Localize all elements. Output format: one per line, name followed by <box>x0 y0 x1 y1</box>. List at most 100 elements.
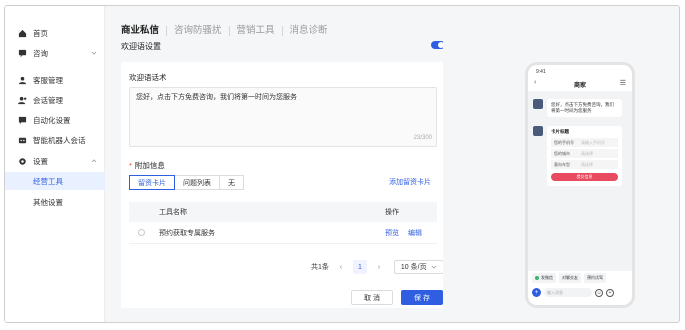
sidebar-subitem-other-settings[interactable]: 其他设置 <box>5 193 105 211</box>
section-title: 欢迎语设置 <box>121 42 161 51</box>
home-icon <box>17 28 27 38</box>
extra-info-segmented: 留资卡片 问题列表 无 <box>129 175 244 190</box>
page-size-value: 10 条/页 <box>400 264 427 271</box>
char-counter: 23/300 <box>413 135 432 141</box>
table-row: 预约获取专属服务 预览 编辑 <box>129 222 437 244</box>
next-page-button[interactable]: › <box>372 260 386 274</box>
field-placeholder: 请选择 <box>581 150 593 156</box>
tab-business-message[interactable]: 商业私信 <box>121 26 168 36</box>
field-placeholder: 请输入手机号 <box>581 139 605 145</box>
quick-replies: 发微信 对聊交友 预约试驾 <box>532 273 609 283</box>
greeting-bubble: 您好，点击下方免费咨询，我们将第一时间为您服务 <box>547 99 622 117</box>
row-radio[interactable] <box>138 229 145 236</box>
quick-reply-label: 发微信 <box>541 275 553 280</box>
user-icon <box>17 75 27 85</box>
quick-reply: 发微信 <box>532 273 556 283</box>
table-header: 工具名称 操作 <box>129 202 437 222</box>
sidebar-item-label: 其他设置 <box>33 197 63 207</box>
sidebar-item-label: 智能机器人会话 <box>33 135 86 145</box>
chevron-down-icon <box>431 265 436 269</box>
sidebar-item-label: 咨询 <box>33 48 48 58</box>
sidebar: 首页 咨询 客服管理 会话管理 自动化设置 智能机器人会话 设置 经营工具 其他… <box>5 6 105 322</box>
sidebar-item-label: 会话管理 <box>33 95 63 105</box>
field-label: 您的手机号 <box>554 139 574 145</box>
add-lead-card-link[interactable]: 添加留资卡片 <box>389 177 431 187</box>
form-field: 您的城市 请选择 <box>551 149 618 158</box>
sidebar-item-robot[interactable]: 智能机器人会话 <box>5 131 105 149</box>
column-header-name: 工具名称 <box>159 209 187 216</box>
tab-anti-harassment[interactable]: 咨询防骚扰 <box>174 26 230 36</box>
message-icon <box>17 115 27 125</box>
quick-reply-label: 对聊交友 <box>562 275 578 280</box>
pagination-total: 共1条 <box>311 264 329 271</box>
gear-icon <box>17 156 27 166</box>
tab-marketing-tools[interactable]: 营销工具 <box>237 26 283 36</box>
chat-icon <box>17 48 27 58</box>
quick-reply: 预约试驾 <box>584 273 606 283</box>
sidebar-item-sessions[interactable]: 会话管理 <box>5 91 105 109</box>
phone-preview: 9:41 ‹ 商家 ☰ 您好，点击下方免费咨询，我们将第一时间为您服务 卡片标题… <box>525 62 635 308</box>
edit-link[interactable]: 编辑 <box>408 228 422 238</box>
sidebar-item-consult[interactable]: 咨询 <box>5 44 105 62</box>
greeting-label: 欢迎语话术 <box>129 73 167 82</box>
card-title: 卡片标题 <box>551 129 569 134</box>
users-icon <box>17 95 27 105</box>
main-content: 商业私信 咨询防骚扰 营销工具 消息诊断 欢迎语设置 欢迎语话术 您好，点击下方… <box>113 6 445 322</box>
sidebar-item-label: 首页 <box>33 28 48 38</box>
plus-icon: + <box>532 288 541 297</box>
preview-link[interactable]: 预览 <box>385 228 399 238</box>
sidebar-item-label: 客服管理 <box>33 75 63 85</box>
sidebar-item-agents[interactable]: 客服管理 <box>5 71 105 89</box>
lead-card-preview: 卡片标题 您的手机号 请输入手机号 您的城市 请选择 意向车型 请选择 提交信息 <box>547 126 622 186</box>
sidebar-item-label: 自动化设置 <box>33 115 71 125</box>
pagination: 共1条 ‹ 1 › 10 条/页 <box>311 260 444 274</box>
chat-area: 您好，点击下方免费咨询，我们将第一时间为您服务 卡片标题 您的手机号 请输入手机… <box>528 91 632 271</box>
message-input: 输入消息 <box>544 288 592 297</box>
cancel-button[interactable]: 取 消 <box>351 290 393 305</box>
form-field: 您的手机号 请输入手机号 <box>551 138 618 147</box>
field-placeholder: 请选择 <box>581 161 593 167</box>
form-field: 意向车型 请选择 <box>551 160 618 169</box>
chevron-up-icon <box>91 157 97 166</box>
tools-table: 工具名称 操作 预约获取专属服务 预览 编辑 <box>129 202 437 244</box>
chevron-down-icon <box>91 49 97 58</box>
avatar <box>533 126 543 136</box>
extra-info-label: * 附加信息 <box>129 160 165 171</box>
robot-icon <box>17 135 27 145</box>
add-icon: + <box>606 288 614 297</box>
avatar <box>533 99 543 109</box>
field-label: 意向车型 <box>554 161 570 167</box>
sidebar-item-automation[interactable]: 自动化设置 <box>5 111 105 129</box>
settings-card: 欢迎语话术 您好，点击下方免费咨询，我们将第一时间为您服务 23/300 * 附加… <box>121 62 445 308</box>
quick-reply-label: 预约试驾 <box>587 275 603 280</box>
sidebar-item-home[interactable]: 首页 <box>5 24 105 42</box>
page-size-select[interactable]: 10 条/页 <box>393 260 444 274</box>
save-button[interactable]: 保 存 <box>401 290 443 305</box>
quick-reply: 对聊交友 <box>559 273 581 283</box>
page-number-button[interactable]: 1 <box>352 260 367 274</box>
segment-question-list[interactable]: 问题列表 <box>174 175 220 190</box>
phone-input-bar: + 输入消息 ☺ + <box>532 287 628 298</box>
submit-preview-button: 提交信息 <box>551 173 618 181</box>
sidebar-item-label: 经营工具 <box>33 176 63 186</box>
extra-info-text: 附加信息 <box>134 161 165 170</box>
field-label: 您的城市 <box>554 150 570 156</box>
app-window: 首页 咨询 客服管理 会话管理 自动化设置 智能机器人会话 设置 经营工具 其他… <box>4 5 680 323</box>
prev-page-button[interactable]: ‹ <box>334 260 348 274</box>
sidebar-subitem-business-tools[interactable]: 经营工具 <box>5 172 105 190</box>
required-mark: * <box>129 161 132 170</box>
sidebar-item-label: 设置 <box>33 156 48 166</box>
phone-title: 商家 <box>573 83 586 89</box>
greeting-textarea[interactable]: 您好，点击下方免费咨询，我们将第一时间为您服务 23/300 <box>129 87 437 147</box>
tool-name: 预约获取专属服务 <box>159 229 215 237</box>
greeting-text: 您好，点击下方免费咨询，我们将第一时间为您服务 <box>136 94 297 101</box>
column-header-ops: 操作 <box>385 209 399 216</box>
preview-area: 9:41 ‹ 商家 ☰ 您好，点击下方免费咨询，我们将第一时间为您服务 卡片标题… <box>443 6 679 322</box>
tab-message-diagnosis[interactable]: 消息诊断 <box>290 26 335 36</box>
phone-status-time: 9:41 <box>536 69 546 75</box>
wechat-icon <box>535 276 539 280</box>
tab-bar: 商业私信 咨询防骚扰 营销工具 消息诊断 <box>121 26 342 36</box>
sidebar-item-settings[interactable]: 设置 <box>5 152 105 170</box>
segment-none[interactable]: 无 <box>219 175 244 190</box>
segment-lead-card[interactable]: 留资卡片 <box>129 175 175 190</box>
